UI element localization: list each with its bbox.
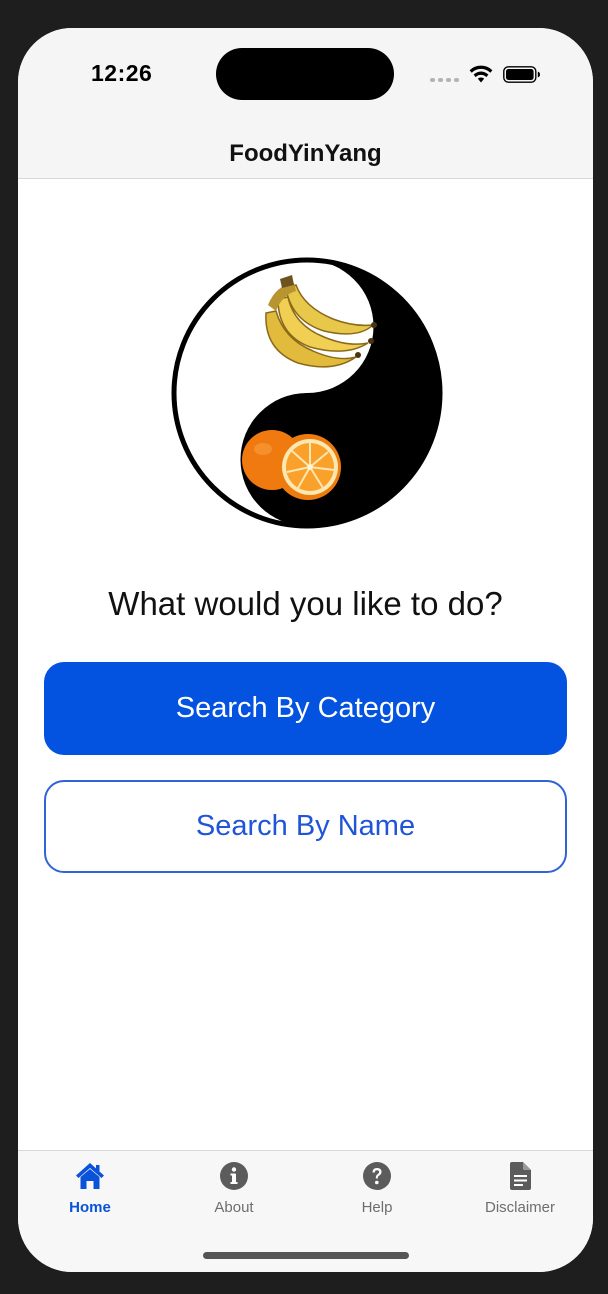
document-icon bbox=[510, 1162, 531, 1190]
wifi-icon bbox=[469, 65, 493, 83]
prompt-heading: What would you like to do? bbox=[108, 585, 503, 622]
phone-screen: 12:26 FoodYinYang What would you like to… bbox=[18, 28, 593, 1272]
status-bar: 12:26 bbox=[18, 28, 593, 132]
nav-title: FoodYinYang bbox=[229, 140, 382, 167]
tab-home-label: Home bbox=[69, 1199, 111, 1216]
search-by-name-button[interactable]: Search By Name bbox=[44, 780, 567, 873]
search-by-category-button[interactable]: Search By Category bbox=[44, 662, 567, 755]
tab-help-label: Help bbox=[361, 1199, 393, 1216]
tab-home[interactable]: Home bbox=[30, 1157, 150, 1227]
dynamic-island bbox=[216, 48, 394, 100]
tab-disclaimer[interactable]: Disclaimer bbox=[460, 1157, 580, 1227]
home-indicator bbox=[203, 1252, 409, 1259]
tab-about[interactable]: About bbox=[174, 1157, 294, 1227]
battery-icon bbox=[503, 66, 540, 83]
navigation-bar: FoodYinYang bbox=[18, 132, 593, 179]
info-circle-icon bbox=[220, 1162, 248, 1190]
tab-about-label: About bbox=[214, 1199, 254, 1216]
cellular-signal-icon bbox=[430, 78, 460, 82]
tab-help[interactable]: Help bbox=[317, 1157, 437, 1227]
status-time: 12:26 bbox=[91, 60, 153, 86]
tab-disclaimer-label: Disclaimer bbox=[484, 1199, 555, 1216]
yin-yang-fruit-logo bbox=[171, 257, 443, 529]
house-icon bbox=[76, 1163, 104, 1189]
question-circle-icon bbox=[363, 1162, 391, 1190]
